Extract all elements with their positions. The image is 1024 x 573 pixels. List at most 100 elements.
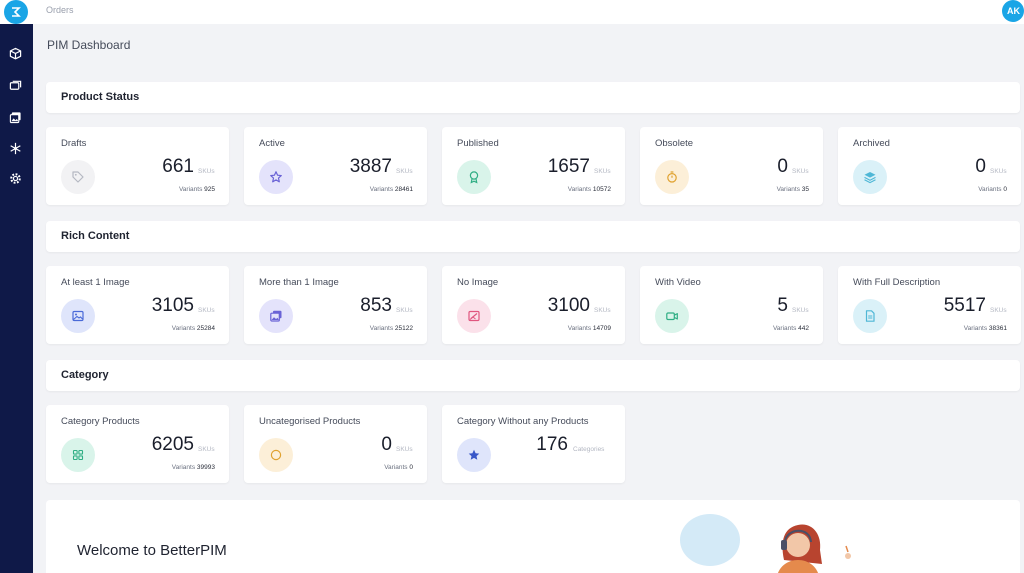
sidebar-item-settings[interactable] [8, 171, 22, 185]
welcome-panel: Welcome to BetterPIM [46, 500, 1020, 573]
tag-icon [72, 171, 84, 183]
sku-count: 1657 [547, 156, 590, 177]
card-label: With Full Description [853, 277, 941, 288]
grid-icon [72, 449, 84, 461]
variants-count: Variants 0 [978, 186, 1007, 193]
section-rich-content: Rich Content [46, 221, 1020, 252]
user-avatar[interactable]: AK [1002, 0, 1024, 22]
card-category-without-products[interactable]: Category Without any Products 176 Catego… [442, 405, 625, 483]
card-at-least-1-image[interactable]: At least 1 Image 3105 SKUs Variants 2528… [46, 266, 229, 344]
sku-unit: SKUs [792, 168, 809, 175]
card-drafts[interactable]: Drafts 661 SKUs Variants 925 [46, 127, 229, 205]
card-icon-circle [61, 160, 95, 194]
card-label: With Video [655, 277, 701, 288]
document-icon [865, 310, 875, 322]
sku-unit: SKUs [594, 307, 611, 314]
card-with-full-description[interactable]: With Full Description 5517 SKUs Variants… [838, 266, 1021, 344]
variants-count: Variants 35 [776, 186, 809, 193]
variants-count: Variants 14709 [567, 325, 611, 332]
card-label: Category Products [61, 416, 140, 427]
timer-icon [667, 171, 677, 183]
section-category: Category [46, 360, 1020, 391]
card-icon-circle [259, 438, 293, 472]
card-label: Obsolete [655, 138, 694, 149]
card-icon-circle [457, 299, 491, 333]
card-icon-circle [259, 160, 293, 194]
sidebar-item-integrations[interactable] [8, 141, 22, 155]
sidebar-item-media[interactable] [8, 110, 22, 124]
card-category-products[interactable]: Category Products 6205 SKUs Variants 399… [46, 405, 229, 483]
sku-count: 853 [360, 295, 392, 316]
images-icon [9, 111, 21, 123]
sku-count: 5 [777, 295, 788, 316]
category-count: 176 [536, 434, 568, 455]
card-label: Drafts [61, 138, 87, 149]
layers-icon [864, 172, 876, 184]
sku-unit: SKUs [990, 307, 1007, 314]
sku-unit: SKUs [396, 168, 413, 175]
card-with-video[interactable]: With Video 5 SKUs Variants 442 [640, 266, 823, 344]
card-archived[interactable]: Archived 0 SKUs Variants 0 [838, 127, 1021, 205]
sku-unit: SKUs [396, 446, 413, 453]
page-title: PIM Dashboard [47, 38, 131, 52]
card-no-image[interactable]: No Image 3100 SKUs Variants 14709 [442, 266, 625, 344]
star-icon [468, 449, 480, 460]
variants-count: Variants 38361 [963, 325, 1007, 332]
section-product-status: Product Status [46, 82, 1020, 113]
app-logo[interactable] [4, 0, 28, 24]
variants-count: Variants 0 [384, 464, 413, 471]
variants-count: Variants 25284 [171, 325, 215, 332]
card-icon-circle [655, 160, 689, 194]
folders-icon [9, 80, 21, 90]
card-obsolete[interactable]: Obsolete 0 SKUs Variants 35 [640, 127, 823, 205]
card-icon-circle [457, 160, 491, 194]
card-icon-circle [853, 160, 887, 194]
variants-count: Variants 925 [178, 186, 215, 193]
snowflake-icon [9, 142, 21, 154]
settings-gear-icon [9, 172, 21, 184]
card-icon-circle [61, 438, 95, 472]
video-icon [666, 312, 678, 321]
card-label: Uncategorised Products [259, 416, 361, 427]
sku-count: 6205 [151, 434, 194, 455]
category-unit: Categories [573, 446, 605, 453]
variants-count: Variants 10572 [567, 186, 611, 193]
section-title: Product Status [61, 91, 140, 103]
card-icon-circle [655, 299, 689, 333]
card-label: More than 1 Image [259, 277, 339, 288]
card-uncategorised-products[interactable]: Uncategorised Products 0 SKUs Variants 0 [244, 405, 427, 483]
sku-unit: SKUs [198, 446, 215, 453]
card-label: Published [457, 138, 499, 149]
card-active[interactable]: Active 3887 SKUs Variants 28461 [244, 127, 427, 205]
variants-count: Variants 28461 [369, 186, 413, 193]
variants-count: Variants 25122 [369, 325, 413, 332]
no-image-icon [468, 310, 480, 322]
circle-icon [270, 449, 282, 461]
card-icon-circle [457, 438, 491, 472]
star-icon [270, 171, 282, 183]
welcome-title: Welcome to BetterPIM [77, 542, 227, 559]
card-icon-circle [853, 299, 887, 333]
award-icon [469, 171, 479, 184]
sidebar-item-catalog[interactable] [8, 78, 22, 92]
sku-unit: SKUs [198, 307, 215, 314]
sku-count: 0 [975, 156, 986, 177]
card-label: No Image [457, 277, 499, 288]
card-label: Category Without any Products [457, 416, 589, 427]
breadcrumb[interactable]: Orders [46, 5, 74, 15]
variants-count: Variants 39993 [171, 464, 215, 471]
sku-count: 3887 [349, 156, 392, 177]
card-label: At least 1 Image [61, 277, 130, 288]
sidebar [0, 24, 33, 573]
sku-unit: SKUs [792, 307, 809, 314]
card-more-than-1-image[interactable]: More than 1 Image 853 SKUs Variants 2512… [244, 266, 427, 344]
card-published[interactable]: Published 1657 SKUs Variants 10572 [442, 127, 625, 205]
sku-count: 3100 [547, 295, 590, 316]
section-title: Rich Content [61, 230, 130, 242]
sku-unit: SKUs [594, 168, 611, 175]
sku-unit: SKUs [396, 307, 413, 314]
card-label: Archived [853, 138, 890, 149]
sku-count: 661 [162, 156, 194, 177]
image-icon [72, 310, 84, 322]
sidebar-item-products[interactable] [8, 46, 22, 60]
